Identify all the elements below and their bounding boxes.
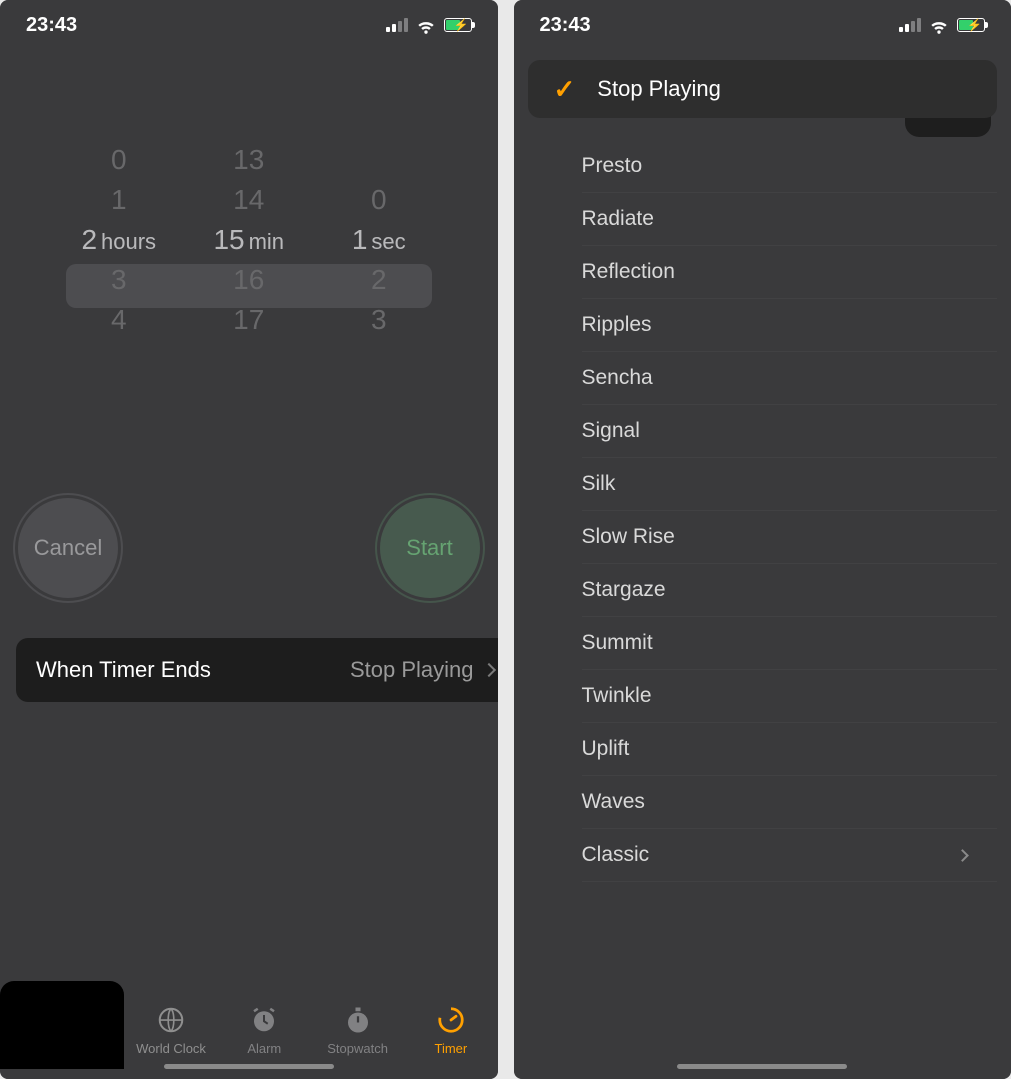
start-button[interactable]: Start <box>380 498 480 598</box>
sound-picker-sheet: Cancel When Timer Ends Set PrestoRadiate… <box>528 70 998 1079</box>
wifi-icon <box>416 15 436 35</box>
sound-option[interactable]: Waves <box>582 776 998 829</box>
when-timer-ends-label: When Timer Ends <box>36 657 211 683</box>
sound-option[interactable]: Radiate <box>582 193 998 246</box>
sound-option-label: Ripples <box>582 313 652 337</box>
sound-option-label: Signal <box>582 419 640 443</box>
sound-option[interactable]: Slow Rise <box>582 511 998 564</box>
sound-option-label: Presto <box>582 154 643 178</box>
alarm-icon <box>249 1005 279 1035</box>
tab-timer[interactable]: Timer <box>404 981 497 1079</box>
when-timer-ends-sheet-screen: 23:43 ⚡ Cancel When Timer Ends Set Prest… <box>514 0 1011 1079</box>
status-bar: 23:43 ⚡ <box>0 0 498 50</box>
tab-label: Timer <box>434 1041 467 1056</box>
chevron-right-icon <box>481 663 495 677</box>
sound-option-label: Sencha <box>582 366 653 390</box>
picker-hours[interactable]: 0 1 2hours 3 4 <box>54 140 184 340</box>
sound-option[interactable]: Reflection <box>582 246 998 299</box>
sound-option[interactable]: Signal <box>582 405 998 458</box>
tab-label: Alarm <box>247 1041 281 1056</box>
when-timer-ends-row[interactable]: When Timer Ends Stop Playing <box>16 638 498 702</box>
tab-label: World Clock <box>136 1041 206 1056</box>
picker-minutes[interactable]: 13 14 15min 16 17 <box>184 140 314 340</box>
sound-option-label: Summit <box>582 631 653 655</box>
sound-option-label: Silk <box>582 472 616 496</box>
battery-icon: ⚡ <box>444 18 472 32</box>
timer-icon <box>436 1005 466 1035</box>
cellular-icon <box>899 18 921 32</box>
sound-option[interactable]: Stargaze <box>582 564 998 617</box>
stopwatch-icon <box>343 1005 373 1035</box>
stop-playing-label: Stop Playing <box>597 76 721 102</box>
sound-option-label: Twinkle <box>582 684 652 708</box>
sound-option[interactable]: Presto <box>582 140 998 193</box>
status-bar: 23:43 ⚡ <box>514 0 1011 50</box>
picker-seconds[interactable]: 0 1sec 2 3 <box>314 140 444 340</box>
sound-option[interactable]: Sencha <box>582 352 998 405</box>
sound-option-label: Radiate <box>582 207 654 231</box>
home-indicator[interactable] <box>164 1064 334 1069</box>
battery-icon: ⚡ <box>957 18 985 32</box>
sound-option[interactable]: Ripples <box>582 299 998 352</box>
chevron-right-icon <box>956 849 969 862</box>
sound-option-label: Uplift <box>582 737 630 761</box>
wifi-icon <box>929 15 949 35</box>
start-button-label: Start <box>406 535 452 561</box>
checkmark-icon: ✓ <box>554 74 576 105</box>
globe-icon <box>156 1005 186 1035</box>
time-picker[interactable]: 0 1 2hours 3 4 13 14 15min 16 17 0 1sec … <box>0 140 498 340</box>
timer-screen: 23:43 ⚡ 0 1 2hours 3 4 13 14 15min 16 17 <box>0 0 498 1079</box>
stop-playing-row[interactable]: ✓ Stop Playing <box>528 60 998 118</box>
sound-list[interactable]: Presto Radiate Reflection Ripples Sencha Sign… <box>528 140 998 919</box>
sound-option-label: Classic <box>582 843 650 867</box>
sound-option-label: Reflection <box>582 260 675 284</box>
when-timer-ends-value: Stop Playing <box>350 657 474 683</box>
sound-option[interactable]: Classic <box>582 829 998 882</box>
sound-option[interactable]: Silk <box>582 458 998 511</box>
cancel-button-label: Cancel <box>34 535 102 561</box>
sound-option-label: Waves <box>582 790 645 814</box>
sound-option[interactable]: Uplift <box>582 723 998 776</box>
sound-option-label: Slow Rise <box>582 525 675 549</box>
tab-label: Stopwatch <box>327 1041 388 1056</box>
sound-option[interactable]: Twinkle <box>582 670 998 723</box>
sound-option[interactable]: Summit <box>582 617 998 670</box>
cancel-button[interactable]: Cancel <box>18 498 118 598</box>
sound-option-label: Stargaze <box>582 578 666 602</box>
cellular-icon <box>386 18 408 32</box>
home-indicator[interactable] <box>677 1064 847 1069</box>
status-time: 23:43 <box>26 14 77 37</box>
status-time: 23:43 <box>540 14 591 37</box>
